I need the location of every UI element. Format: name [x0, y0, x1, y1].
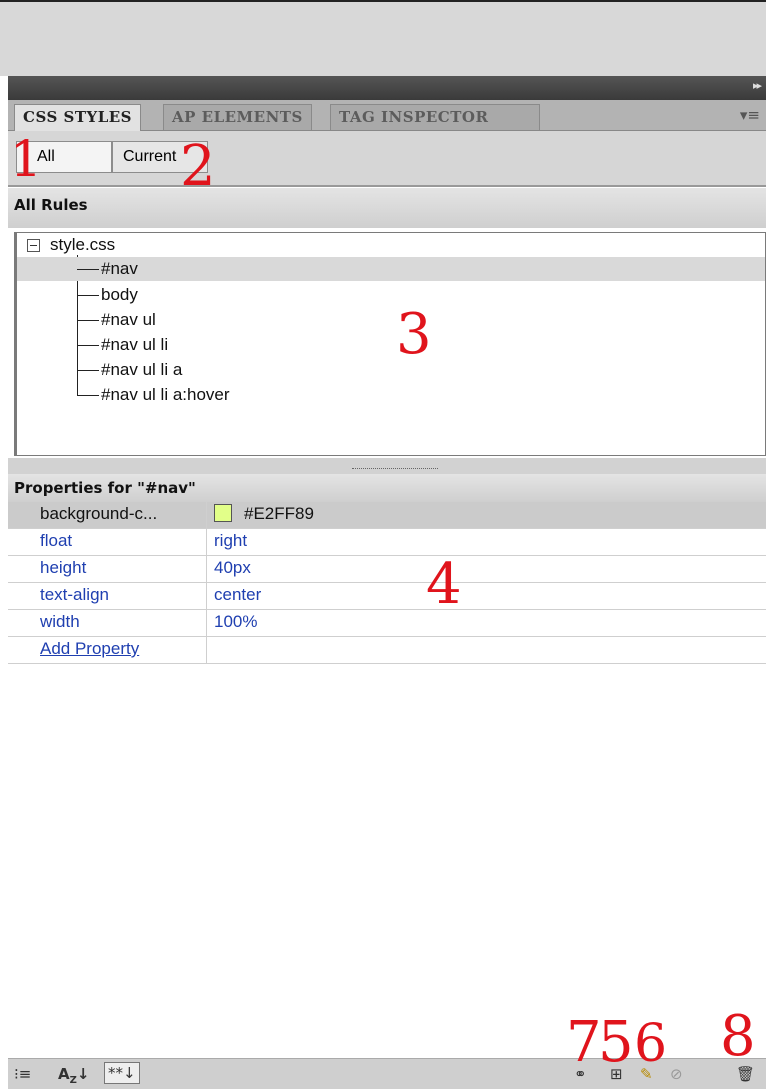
properties-header: Properties for "#nav" [8, 474, 766, 502]
collapse-tree-icon[interactable] [27, 239, 40, 253]
all-rules-header: All Rules [8, 188, 766, 228]
annotation-3: 3 [396, 302, 432, 367]
collapse-panel-icon[interactable]: ▸▸ [753, 79, 762, 92]
annotation-1: 1 [10, 130, 42, 188]
annotation-7: 7 [566, 1010, 602, 1075]
rule-item[interactable]: #nav ul li a [17, 358, 765, 382]
annotation-4: 4 [426, 552, 462, 617]
property-row[interactable]: background-c... #E2FF89 [8, 502, 766, 529]
panel-tab-row: CSS STYLES AP ELEMENTS TAG INSPECTOR ▾≡ [8, 100, 766, 131]
color-swatch[interactable] [214, 503, 232, 522]
top-gap-area [0, 0, 766, 76]
panel-options-menu-icon[interactable]: ▾≡ [740, 106, 760, 124]
stylesheet-name: style.css [50, 235, 116, 254]
property-row[interactable]: width 100% [8, 610, 766, 637]
rule-item[interactable]: #nav ul li [17, 333, 765, 357]
splitter-grip[interactable] [352, 468, 438, 469]
rule-item[interactable]: #nav [17, 257, 765, 281]
annotation-8: 8 [720, 1004, 756, 1069]
add-property-link[interactable]: Add Property [40, 639, 139, 658]
show-category-view-icon[interactable]: ⁝≡ [14, 1065, 31, 1083]
stylesheet-node[interactable]: style.css [27, 235, 115, 255]
rule-item[interactable]: body [17, 283, 765, 307]
tab-ap-elements[interactable]: AP ELEMENTS [163, 104, 312, 130]
annotation-5: 5 [598, 1010, 634, 1075]
rule-item[interactable]: #nav ul [17, 308, 765, 332]
tab-css-styles[interactable]: CSS STYLES [14, 104, 142, 131]
annotation-6: 6 [634, 1014, 668, 1074]
property-row[interactable]: float right [8, 529, 766, 556]
property-row[interactable]: text-align center [8, 583, 766, 610]
add-property-row[interactable]: Add Property [8, 637, 766, 664]
view-toggle-row: All Current [8, 131, 766, 187]
annotation-2: 2 [180, 134, 216, 199]
rule-item[interactable]: #nav ul li a:hover [17, 383, 765, 407]
properties-table: background-c... #E2FF89 float right heig… [8, 502, 766, 664]
show-alphabetical-view-icon[interactable]: AZ↓ [58, 1065, 89, 1086]
property-row[interactable]: height 40px [8, 556, 766, 583]
panel-title-bar[interactable]: ▸▸ [8, 76, 766, 101]
pane-splitter[interactable] [8, 458, 766, 474]
rules-tree[interactable]: style.css #nav body #nav ul #nav ul li #… [14, 232, 766, 456]
tab-tag-inspector[interactable]: TAG INSPECTOR [330, 104, 540, 130]
disable-property-icon[interactable]: ⊘ [670, 1065, 683, 1083]
show-set-properties-icon[interactable]: **↓ [104, 1062, 140, 1084]
